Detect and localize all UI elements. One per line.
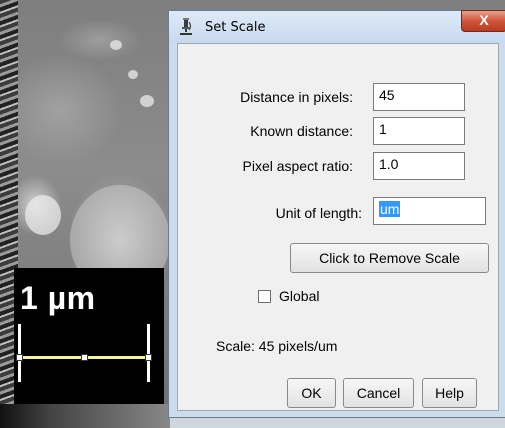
line-handle-middle[interactable] xyxy=(81,354,88,361)
known-distance-field[interactable]: 1 xyxy=(373,117,465,145)
ok-button[interactable]: OK xyxy=(287,378,336,408)
scale-bar-label: 1 µm xyxy=(20,280,96,316)
distance-in-pixels-field[interactable]: 45 xyxy=(373,83,465,111)
line-handle-end[interactable] xyxy=(145,354,152,361)
remove-scale-button[interactable]: Click to Remove Scale xyxy=(290,243,489,273)
selected-text: um xyxy=(379,201,401,217)
image-footer-strip xyxy=(0,404,170,428)
unit-of-length-field[interactable]: um xyxy=(373,197,486,225)
particle xyxy=(25,195,61,235)
pixel-aspect-ratio-field[interactable]: 1.0 xyxy=(373,152,465,180)
pixel-aspect-ratio-label: Pixel aspect ratio: xyxy=(242,158,354,174)
known-distance-label: Known distance: xyxy=(250,123,353,139)
scale-info-text: Scale: 45 pixels/um xyxy=(216,338,338,354)
set-scale-dialog: Set Scale X Distance in pixels: 45 Known… xyxy=(168,10,505,418)
global-checkbox[interactable] xyxy=(258,290,271,303)
dialog-titlebar[interactable]: Set Scale X xyxy=(169,10,505,43)
close-button[interactable]: X xyxy=(461,10,505,32)
dialog-content: Distance in pixels: 45 Known distance: 1… xyxy=(177,43,499,411)
particle xyxy=(140,95,154,107)
particle xyxy=(110,40,122,50)
line-handle-start[interactable] xyxy=(16,354,23,361)
global-checkbox-label[interactable]: Global xyxy=(279,288,319,304)
scale-bar-right-tick xyxy=(147,324,150,382)
scale-bar-overlay: 1 µm xyxy=(14,268,164,404)
scale-bar-left-tick xyxy=(18,324,21,382)
particle xyxy=(128,70,138,79)
cancel-button[interactable]: Cancel xyxy=(343,378,414,408)
distance-in-pixels-label: Distance in pixels: xyxy=(240,89,353,105)
microscope-icon xyxy=(180,18,192,35)
desktop-edge xyxy=(170,418,505,428)
dialog-title: Set Scale xyxy=(205,20,266,35)
help-button[interactable]: Help xyxy=(422,378,477,408)
unit-of-length-label: Unit of length: xyxy=(275,205,362,221)
